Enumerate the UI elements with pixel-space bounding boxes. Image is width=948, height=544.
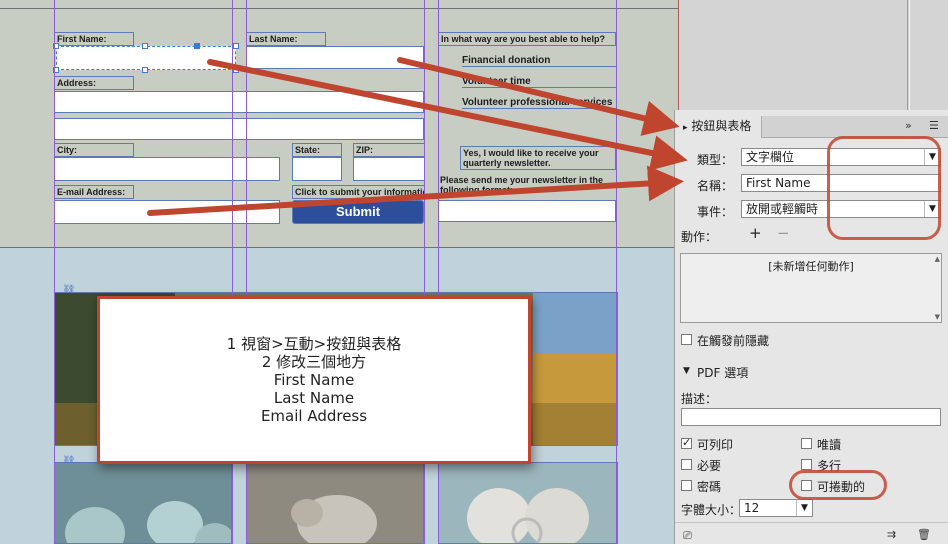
- arrow-to-panel: [397, 57, 680, 136]
- annotation-arrows: [147, 57, 688, 216]
- arrow-to-name-field: [147, 165, 684, 216]
